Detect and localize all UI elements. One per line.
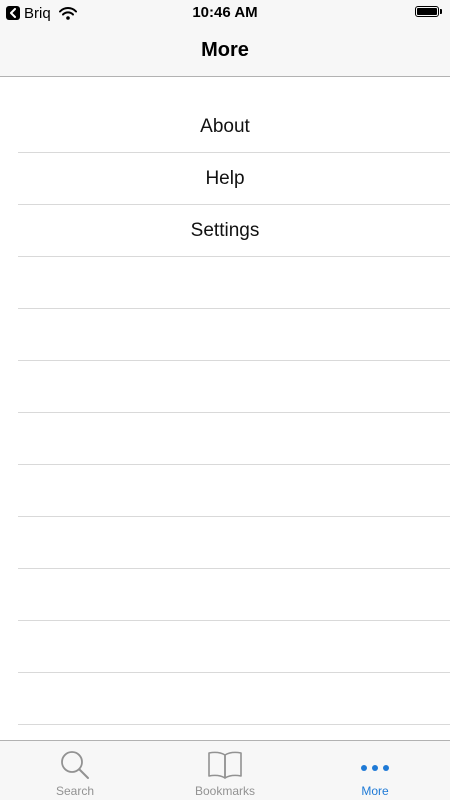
- tab-label: Search: [55, 784, 95, 798]
- tab-label: Bookmarks: [194, 784, 256, 798]
- status-time: 10:46 AM: [192, 4, 258, 21]
- navigation-bar: More: [0, 26, 450, 77]
- tab-label: More: [361, 784, 389, 798]
- more-icon: [358, 748, 392, 782]
- battery-fill: [417, 8, 437, 15]
- empty-row: [18, 517, 450, 569]
- empty-row: [18, 257, 450, 309]
- empty-row: [18, 621, 450, 673]
- search-icon: [58, 748, 92, 782]
- menu-item-label: About: [200, 115, 250, 137]
- book-icon: [207, 748, 243, 782]
- screen: Briq 10:46 AM More About Help Settings S…: [0, 0, 450, 800]
- empty-row: [18, 465, 450, 517]
- menu-item-label: Help: [205, 167, 245, 189]
- menu-item-settings[interactable]: Settings: [18, 205, 450, 257]
- empty-row: [18, 569, 450, 621]
- page-title: More: [201, 38, 249, 61]
- menu-item-label: Settings: [190, 219, 260, 241]
- status-bar: Briq 10:46 AM: [0, 0, 450, 26]
- tab-search[interactable]: Search: [0, 741, 150, 800]
- more-menu-list: About Help Settings: [18, 101, 450, 725]
- empty-row: [18, 673, 450, 725]
- menu-item-about[interactable]: About: [18, 101, 450, 153]
- menu-item-help[interactable]: Help: [18, 153, 450, 205]
- tab-bar: Search Bookmarks More: [0, 740, 450, 800]
- empty-row: [18, 309, 450, 361]
- empty-row: [18, 413, 450, 465]
- tab-bookmarks[interactable]: Bookmarks: [150, 741, 300, 800]
- tab-more[interactable]: More: [300, 741, 450, 800]
- battery-icon: [415, 6, 442, 17]
- empty-row: [18, 361, 450, 413]
